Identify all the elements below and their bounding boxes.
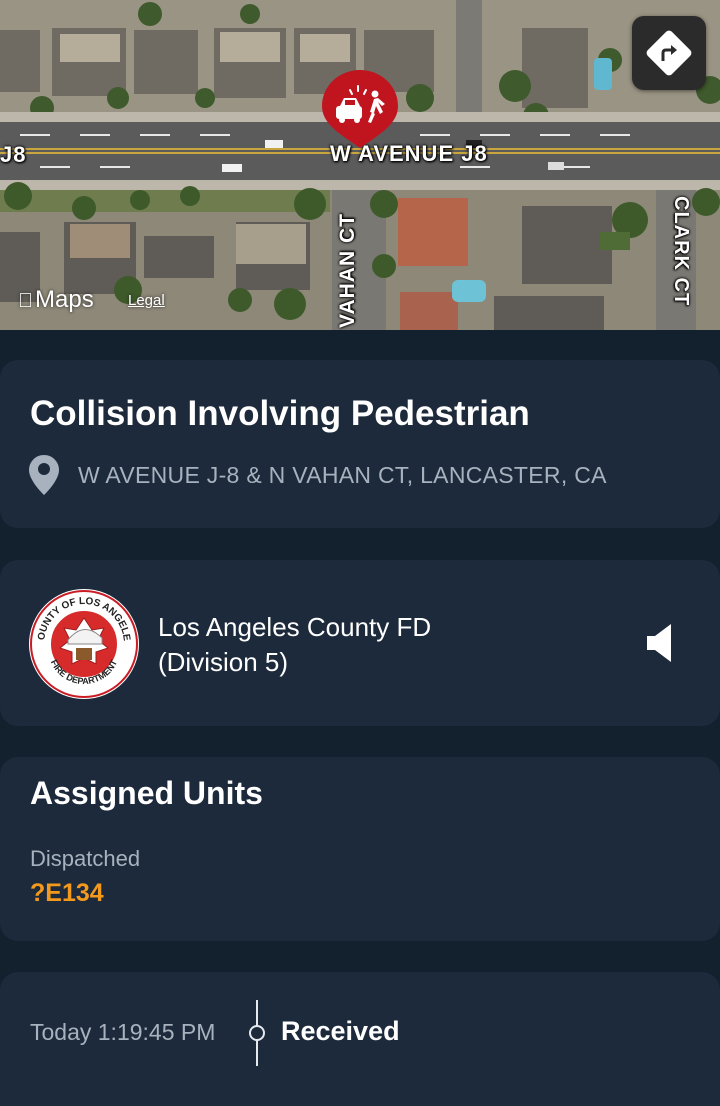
incident-map-pin[interactable]	[320, 68, 400, 150]
assigned-units-title: Assigned Units	[30, 775, 263, 811]
vehicle-pedestrian-collision-icon	[322, 70, 398, 148]
incident-location-text: W AVENUE J-8 & N VAHAN CT, LANCASTER, CA	[78, 461, 607, 488]
unit-code[interactable]: ?E134	[30, 879, 104, 908]
la-county-fire-logo: COUNTY OF LOS ANGELES FIRE DEPARTMENT	[24, 580, 140, 700]
incident-location[interactable]: W AVENUE J-8 & N VAHAN CT, LANCASTER, CA	[28, 454, 607, 496]
units-status-label: Dispatched	[30, 846, 141, 871]
agency-name-line1: Los Angeles County FD	[158, 612, 432, 642]
location-pin-icon	[29, 455, 59, 495]
directions-button[interactable]	[632, 16, 706, 90]
agency-name-line2: (Division 5)	[158, 647, 289, 677]
audio-button[interactable]	[640, 620, 680, 666]
timeline-time: Today 1:19:45 PM	[30, 1019, 216, 1045]
incident-card	[0, 360, 720, 528]
legal-link[interactable]: Legal	[128, 292, 165, 309]
apple-logo-icon: 	[18, 290, 33, 313]
directions-icon	[646, 30, 692, 76]
street-label-avenue-left: J8	[0, 142, 27, 167]
speaker-icon	[647, 624, 671, 662]
maps-provider-label: Maps	[20, 286, 94, 313]
timeline-dot	[249, 1025, 265, 1041]
timeline-event: Received	[281, 1016, 400, 1046]
agency-name: Los Angeles County FD (Division 5)	[158, 610, 431, 680]
maps-provider-logo:  Maps	[18, 286, 94, 314]
street-label-vahan: VAHAN CT	[336, 213, 359, 328]
incident-title: Collision Involving Pedestrian	[30, 394, 530, 433]
street-label-clark: CLARK CT	[670, 196, 692, 307]
incident-map[interactable]: J8 W AVENUE J8 VAHAN CT CLARK CT  Ma	[0, 0, 720, 330]
